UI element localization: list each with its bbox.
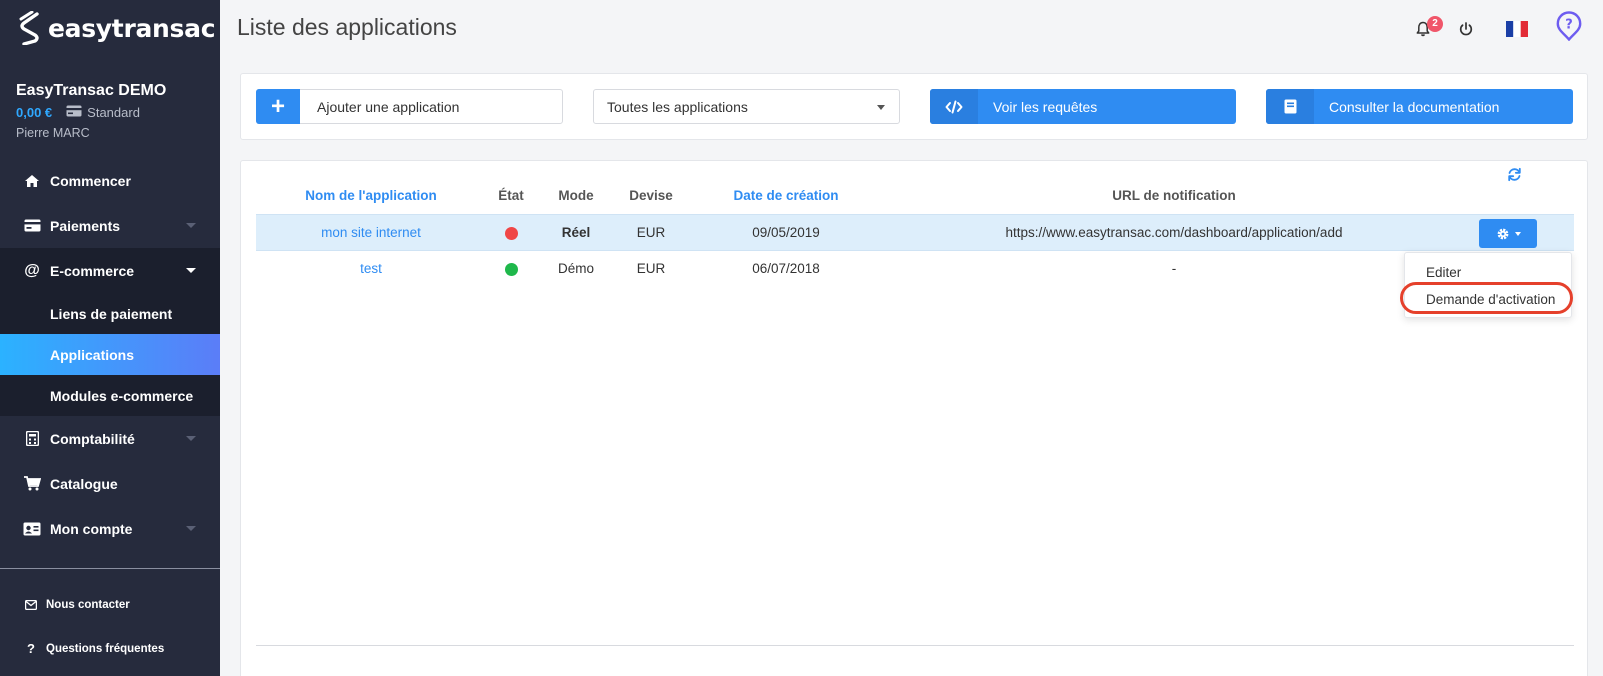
application-filter-select[interactable]: Toutes les applications: [593, 89, 900, 124]
gear-icon: [1497, 228, 1508, 239]
sidebar-item-commencer[interactable]: Commencer: [0, 158, 220, 203]
menu-item-edit[interactable]: Editer: [1426, 265, 1461, 280]
documentation-button[interactable]: Consulter la documentation: [1266, 89, 1573, 124]
envelope-icon: [24, 600, 38, 610]
user-name: Pierre MARC: [16, 126, 90, 140]
row-actions-button[interactable]: [1479, 219, 1537, 248]
language-selector[interactable]: [1506, 21, 1528, 42]
plus-icon: +: [256, 89, 300, 124]
table-header: Nom de l'application État Mode Devise Da…: [256, 188, 1574, 212]
help-pin-icon: ?: [1556, 11, 1582, 42]
caret-down-icon: [877, 105, 885, 110]
chevron-down-icon: [186, 223, 196, 228]
currency-cell: EUR: [636, 225, 666, 240]
column-header-name[interactable]: Nom de l'application: [296, 188, 446, 203]
faq-link[interactable]: ? Questions fréquentes: [24, 641, 164, 656]
account-balance: 0,00 €: [16, 105, 53, 120]
contact-link[interactable]: Nous contacter: [24, 599, 130, 611]
sidebar-item-liens-de-paiement[interactable]: Liens de paiement: [0, 293, 220, 334]
status-dot-red: [505, 227, 518, 240]
sidebar-item-catalogue[interactable]: Catalogue: [0, 461, 220, 506]
sidebar-divider: [0, 568, 220, 569]
svg-text:?: ?: [1565, 18, 1573, 33]
sidebar-item-paiements[interactable]: Paiements: [0, 203, 220, 248]
sidebar-submenu-ecommerce: Liens de paiement Applications Modules e…: [0, 293, 220, 416]
notification-badge: 2: [1427, 16, 1443, 32]
at-icon: @: [24, 261, 40, 279]
status-dot-green: [505, 263, 518, 276]
notifications-button[interactable]: 2: [1415, 16, 1443, 42]
application-filter-value: Toutes les applications: [607, 98, 748, 115]
application-name-link[interactable]: test: [296, 261, 446, 276]
chevron-down-icon: [186, 268, 196, 273]
credit-card-icon: [22, 219, 42, 232]
contact-label: Nous contacter: [46, 599, 130, 611]
french-flag-icon: [1506, 21, 1528, 37]
sidebar-item-applications[interactable]: Applications: [0, 334, 220, 375]
mode-cell: Démo: [557, 261, 594, 276]
sidebar-item-ecommerce[interactable]: @ E-commerce: [0, 248, 220, 293]
sidebar-item-label: Comptabilité: [50, 430, 135, 447]
sidebar-item-label: Mon compte: [50, 520, 133, 537]
column-header-currency[interactable]: Devise: [621, 188, 681, 203]
sidebar-item-label: Commencer: [50, 172, 131, 189]
view-requests-label: Voir les requêtes: [993, 98, 1098, 115]
chevron-down-icon: [186, 436, 196, 441]
add-application-label: Ajouter une application: [317, 98, 460, 115]
account-plan: Standard: [87, 105, 140, 120]
credit-card-icon: [66, 105, 82, 120]
toolbar-panel: + Ajouter une application Toutes les app…: [240, 73, 1588, 140]
code-icon: [930, 89, 978, 124]
chevron-down-icon: [1514, 231, 1521, 236]
column-header-mode: Mode: [558, 188, 594, 203]
sidebar-nav: Commencer Paiements @ E-commerce Liens d…: [0, 158, 220, 551]
mode-cell: Réel: [561, 225, 591, 240]
sidebar-item-label: E-commerce: [50, 262, 135, 279]
book-icon: [1266, 89, 1314, 124]
application-name-link[interactable]: mon site internet: [296, 225, 446, 240]
column-header-url: URL de notification: [1112, 188, 1236, 203]
question-mark-icon: ?: [27, 641, 35, 656]
refresh-button[interactable]: [1507, 167, 1522, 187]
currency-cell: EUR: [636, 261, 666, 276]
date-cell: 09/05/2019: [752, 225, 820, 240]
faq-label: Questions fréquentes: [46, 642, 165, 655]
logo-text: easytransac: [48, 13, 216, 43]
page-title: Liste des applications: [237, 14, 457, 40]
sidebar-item-modules-ecommerce[interactable]: Modules e-commerce: [0, 375, 220, 416]
highlight-annotation: [1400, 282, 1573, 314]
date-cell: 06/07/2018: [752, 261, 820, 276]
easytransac-logo-icon: [19, 11, 39, 45]
view-requests-button[interactable]: Voir les requêtes: [930, 89, 1236, 124]
sidebar: easytransac EasyTransac DEMO 0,00 € Stan…: [0, 0, 220, 676]
help-button[interactable]: ?: [1556, 11, 1582, 46]
url-cell: -: [1171, 261, 1177, 276]
add-application-button[interactable]: + Ajouter une application: [256, 89, 563, 124]
logout-button[interactable]: [1458, 21, 1474, 42]
power-icon: [1459, 22, 1473, 36]
account-info: EasyTransac DEMO 0,00 € Standard Pierre …: [16, 82, 166, 140]
calculator-icon: [22, 431, 42, 446]
applications-table-panel: Nom de l'application État Mode Devise Da…: [240, 160, 1588, 676]
column-header-state: État: [498, 188, 524, 203]
logo[interactable]: easytransac: [18, 10, 216, 46]
sidebar-item-comptabilite[interactable]: Comptabilité: [0, 416, 220, 461]
home-icon: [22, 174, 42, 188]
documentation-label: Consulter la documentation: [1329, 98, 1500, 115]
table-row: test Démo EUR 06/07/2018 -: [256, 251, 1574, 288]
sidebar-item-label: Catalogue: [50, 475, 118, 492]
table-bottom-border: [256, 645, 1574, 646]
column-header-date[interactable]: Date de création: [716, 188, 856, 203]
id-card-icon: [22, 522, 42, 536]
account-name: EasyTransac DEMO: [16, 82, 167, 99]
table-row: mon site internet Réel EUR 09/05/2019 ht…: [256, 214, 1574, 251]
shopping-cart-icon: [22, 476, 42, 491]
sidebar-item-mon-compte[interactable]: Mon compte: [0, 506, 220, 551]
sidebar-item-label: Paiements: [50, 217, 121, 234]
url-cell: https://www.easytransac.com/dashboard/ap…: [1005, 225, 1343, 240]
chevron-down-icon: [186, 526, 196, 531]
refresh-icon: [1508, 167, 1521, 182]
